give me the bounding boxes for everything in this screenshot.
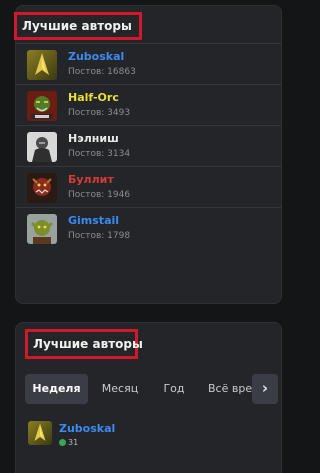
red-creature-avatar-icon[interactable] — [27, 173, 57, 203]
author-posts: Постов: 1798 — [68, 231, 131, 241]
author-posts: Постов: 3134 — [68, 149, 131, 159]
reputation-dot-icon — [59, 439, 66, 446]
sword-warrior-avatar-icon[interactable] — [28, 421, 52, 445]
dark-knight-avatar-icon[interactable] — [27, 132, 57, 162]
top-authors-card: Лучшие авторы Zuboskal Постов: 16863 Hal… — [14, 5, 282, 304]
card-header: Лучшие авторы — [14, 6, 281, 44]
author-row[interactable]: Gimstail Постов: 1798 — [16, 208, 281, 249]
widget-title: Лучшие авторы — [25, 329, 143, 359]
chevron-right-icon[interactable]: › — [252, 374, 278, 404]
tab-month[interactable]: Месяц — [92, 374, 148, 404]
widget-header: Лучшие авторы — [16, 323, 281, 361]
top-authors-widget: Лучшие авторы Неделя Месяц Год Всё время… — [15, 322, 282, 473]
author-name[interactable]: Half-Orc — [68, 91, 119, 104]
author-name[interactable]: Gimstail — [68, 214, 119, 227]
sword-warrior-avatar-icon[interactable] — [27, 50, 57, 80]
orc-warrior-avatar-icon[interactable] — [27, 91, 57, 121]
reputation-value: 31 — [68, 438, 79, 447]
author-name[interactable]: Нэлниш — [68, 132, 119, 145]
card-title: Лучшие авторы — [14, 12, 142, 40]
tab-week[interactable]: Неделя — [25, 374, 88, 404]
author-name[interactable]: Zuboskal — [59, 422, 115, 435]
page: Лучшие авторы Zuboskal Постов: 16863 Hal… — [0, 0, 301, 473]
author-name[interactable]: Буллит — [68, 173, 114, 186]
author-row[interactable]: Zuboskal Постов: 16863 — [16, 44, 281, 85]
author-name[interactable]: Zuboskal — [68, 50, 124, 63]
author-posts: Постов: 16863 — [68, 67, 136, 77]
author-row[interactable]: Half-Orc Постов: 3493 — [16, 85, 281, 126]
author-row[interactable]: Буллит Постов: 1946 — [16, 167, 281, 208]
period-tabs: Неделя Месяц Год Всё время — [25, 374, 275, 404]
author-posts: Постов: 3493 — [68, 108, 131, 118]
author-posts: Постов: 1946 — [68, 190, 131, 200]
goblin-avatar-icon[interactable] — [27, 214, 57, 244]
tab-year[interactable]: Год — [152, 374, 196, 404]
author-row[interactable]: Нэлниш Постов: 3134 — [16, 126, 281, 167]
author-row[interactable]: Zuboskal 31 — [16, 419, 281, 459]
author-reputation: 31 — [59, 438, 78, 447]
